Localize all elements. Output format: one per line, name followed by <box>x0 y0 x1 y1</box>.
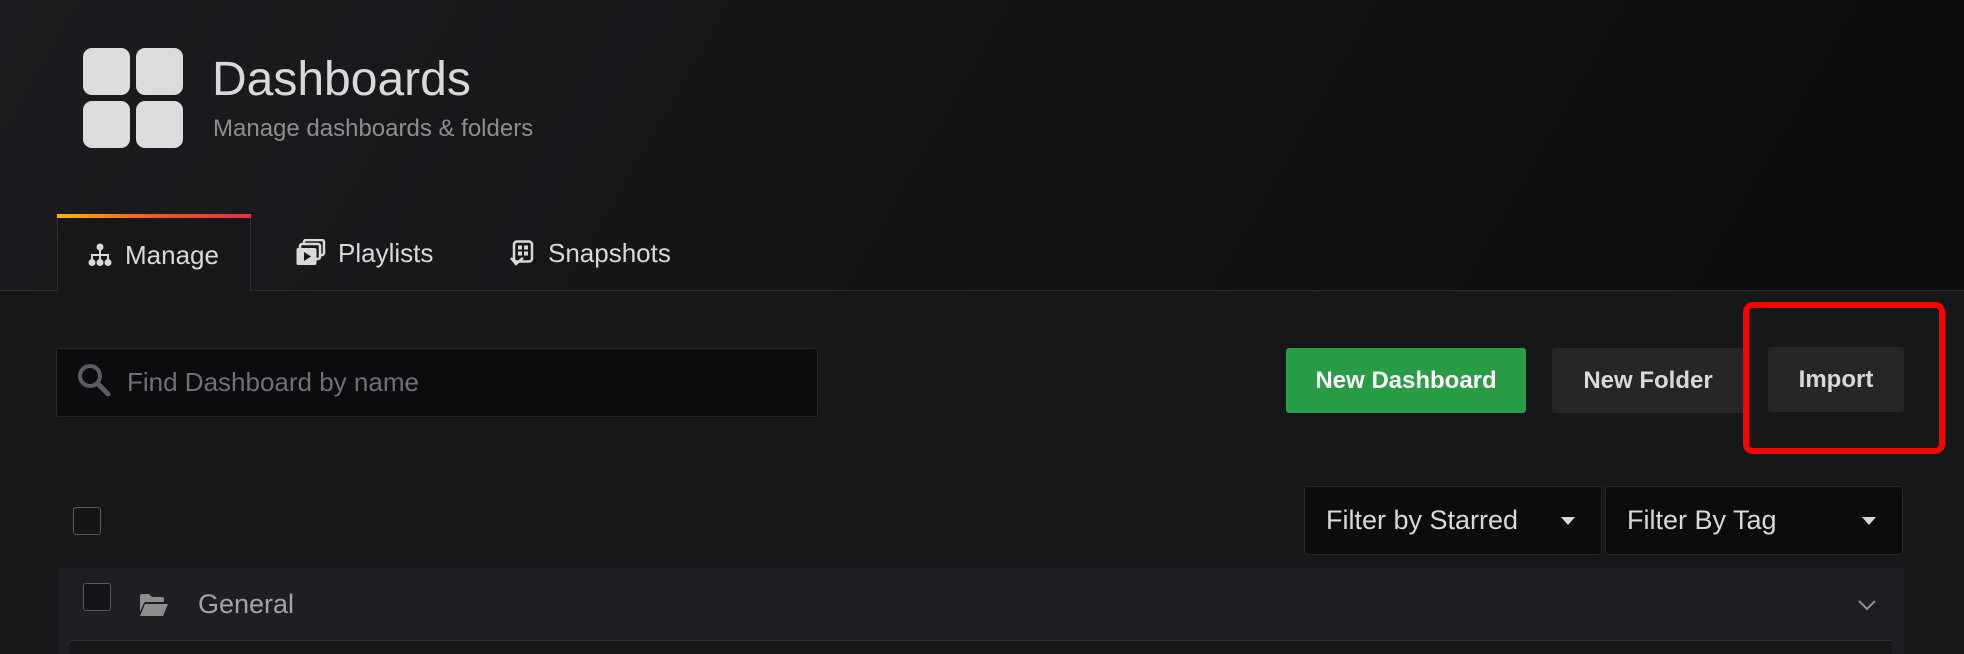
search-input[interactable] <box>127 367 747 398</box>
import-highlight-box <box>1743 302 1945 454</box>
folder-checkbox[interactable] <box>83 583 111 611</box>
filter-tag-select[interactable]: Filter By Tag <box>1605 486 1903 555</box>
tab-label: Playlists <box>338 237 434 268</box>
folder-row-general[interactable]: General <box>58 568 1904 654</box>
tab-manage[interactable]: Manage <box>57 214 251 292</box>
folder-content-edge <box>70 640 1892 654</box>
tab-label: Manage <box>125 239 219 270</box>
page-subtitle: Manage dashboards & folders <box>213 115 534 142</box>
snapshot-icon <box>510 240 536 266</box>
chevron-down-icon[interactable] <box>1857 598 1877 616</box>
filter-tag-label: Filter By Tag <box>1627 505 1777 535</box>
tab-label: Snapshots <box>548 237 671 268</box>
tab-playlists[interactable]: Playlists <box>296 214 433 292</box>
folder-open-icon <box>139 593 169 622</box>
dashboard-grid-icon <box>83 48 185 150</box>
page-header: Dashboards Manage dashboards & folders M… <box>0 0 1964 292</box>
filter-starred-label: Filter by Starred <box>1326 505 1519 535</box>
caret-down-icon <box>1862 516 1876 525</box>
search-icon <box>77 363 111 402</box>
page-title: Dashboards <box>212 53 471 106</box>
search-box[interactable] <box>56 348 818 417</box>
new-dashboard-button[interactable]: New Dashboard <box>1286 348 1526 413</box>
folder-name: General <box>198 589 295 619</box>
tab-snapshots[interactable]: Snapshots <box>510 214 671 292</box>
caret-down-icon <box>1561 516 1575 525</box>
filter-starred-select[interactable]: Filter by Starred <box>1304 486 1602 555</box>
sitemap-icon <box>87 243 113 267</box>
select-all-checkbox[interactable] <box>73 507 101 535</box>
dashboards-page: Dashboards Manage dashboards & folders M… <box>0 0 1964 654</box>
playlist-icon <box>296 239 326 267</box>
new-folder-button[interactable]: New Folder <box>1552 348 1744 413</box>
